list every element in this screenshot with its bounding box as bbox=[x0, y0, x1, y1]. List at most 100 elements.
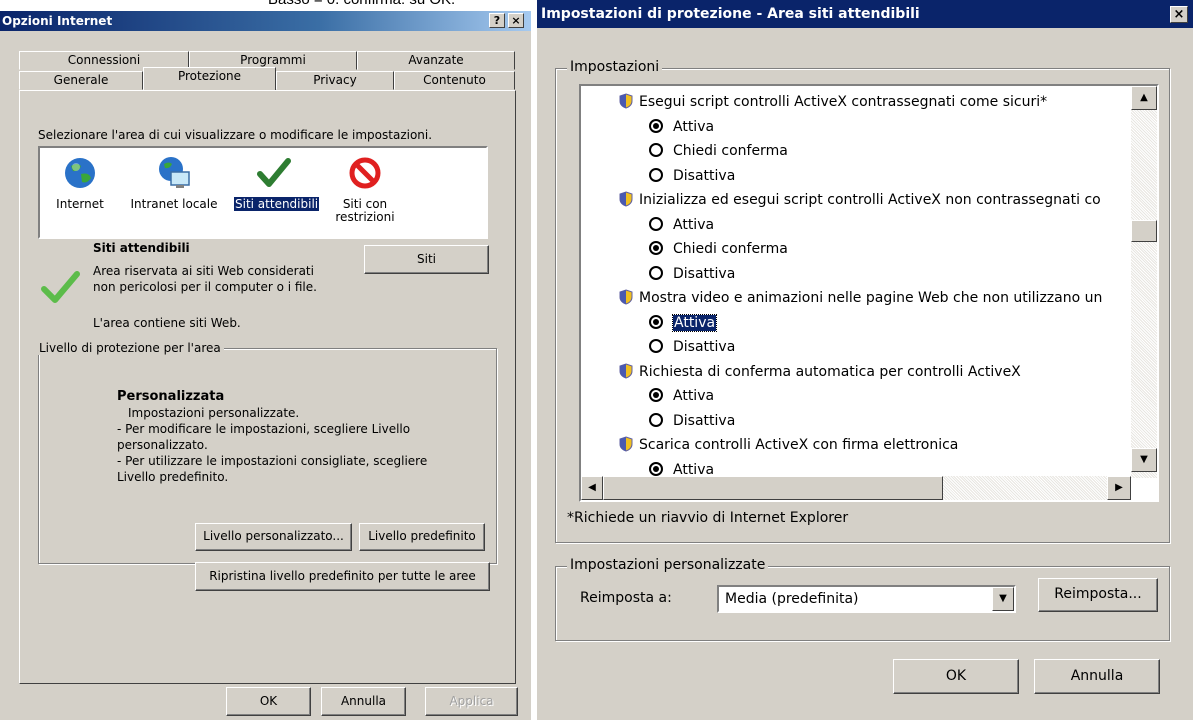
setting-option-label: Disattiva bbox=[673, 265, 736, 282]
restricted-icon bbox=[348, 156, 382, 190]
cancel-button[interactable]: Annulla bbox=[321, 687, 406, 716]
scroll-right-button[interactable]: ▶ bbox=[1107, 476, 1131, 500]
zone-instruction: Selezionare l'area di cui visualizzare o… bbox=[38, 128, 433, 142]
custom-settings-legend: Impostazioni personalizzate bbox=[567, 557, 769, 573]
horizontal-scroll-thumb[interactable] bbox=[603, 476, 943, 500]
settings-list[interactable]: Esegui script controlli ActiveX contrass… bbox=[579, 84, 1159, 502]
reset-all-zones-button[interactable]: Ripristina livello predefinito per tutte… bbox=[195, 562, 490, 591]
setting-option[interactable]: Attiva bbox=[649, 213, 714, 237]
help-button[interactable]: ? bbox=[489, 13, 505, 28]
security-settings-titlebar: Impostazioni di protezione - Area siti a… bbox=[537, 0, 1193, 28]
tab-contenuto[interactable]: Contenuto bbox=[394, 71, 515, 90]
big-checkmark-icon bbox=[40, 267, 80, 310]
setting-option-label: Attiva bbox=[673, 216, 715, 233]
level-desc-line3: personalizzato. bbox=[117, 438, 208, 452]
ok-button[interactable]: OK bbox=[226, 687, 311, 716]
zone-internet[interactable]: Internet bbox=[50, 156, 110, 211]
radio-button[interactable] bbox=[649, 241, 663, 255]
zone-list[interactable]: Internet Intranet locale Siti attendibil… bbox=[38, 146, 488, 239]
setting-option-label: Disattiva bbox=[673, 412, 736, 429]
default-level-button[interactable]: Livello predefinito bbox=[359, 523, 485, 551]
setting-header-label: Scarica controlli ActiveX con firma elet… bbox=[639, 437, 959, 453]
restart-footnote: *Richiede un riavvio di Internet Explore… bbox=[567, 510, 849, 526]
setting-option-label: Chiedi conferma bbox=[673, 143, 788, 159]
scroll-thumb[interactable] bbox=[1131, 220, 1157, 242]
setting-option[interactable]: Attiva bbox=[649, 115, 714, 139]
setting-option[interactable]: Disattiva bbox=[649, 262, 735, 286]
setting-option[interactable]: Attiva bbox=[649, 311, 718, 335]
setting-option[interactable]: Disattiva bbox=[649, 335, 735, 359]
tab-protezione[interactable]: Protezione bbox=[143, 67, 276, 90]
zone-restricted[interactable]: Siti con restrizioni bbox=[325, 156, 405, 224]
level-desc-line5: Livello predefinito. bbox=[117, 470, 229, 484]
radio-button[interactable] bbox=[649, 143, 663, 157]
security-level-legend: Livello di protezione per l'area bbox=[36, 341, 224, 355]
ok-button-right[interactable]: OK bbox=[893, 659, 1019, 694]
shield-icon bbox=[619, 191, 633, 207]
zone-label-restricted: Siti con restrizioni bbox=[335, 197, 395, 224]
radio-button[interactable] bbox=[649, 216, 663, 231]
tab-privacy[interactable]: Privacy bbox=[276, 71, 394, 90]
setting-option[interactable]: Disattiva bbox=[649, 409, 735, 433]
radio-button[interactable] bbox=[649, 167, 663, 182]
zone-trusted[interactable]: Siti attendibili bbox=[234, 156, 320, 211]
horizontal-scrollbar[interactable]: ◀ ▶ bbox=[581, 476, 1131, 500]
reset-label: Reimposta a: bbox=[580, 590, 672, 606]
setting-option-label: Disattiva bbox=[673, 167, 736, 184]
setting-header-label: Richiesta di conferma automatica per con… bbox=[639, 363, 1021, 380]
radio-button[interactable] bbox=[649, 314, 663, 329]
internet-options-titlebar: Opzioni Internet bbox=[0, 11, 531, 31]
close-button[interactable]: × bbox=[508, 13, 524, 28]
radio-button[interactable] bbox=[649, 265, 663, 280]
chevron-down-icon[interactable]: ▼ bbox=[992, 587, 1014, 611]
caption-text: Basso = 0. confirma: su OK. bbox=[268, 0, 455, 8]
zone-desc-line2: non pericolosi per il computer o i file. bbox=[93, 280, 317, 294]
level-name: Personalizzata bbox=[117, 389, 225, 404]
radio-button[interactable] bbox=[649, 461, 663, 476]
shield-icon bbox=[619, 362, 633, 379]
setting-option-label: Chiedi conferma bbox=[673, 241, 788, 257]
radio-button[interactable] bbox=[649, 118, 663, 133]
reset-select-value: Media (predefinita) bbox=[725, 591, 859, 607]
checkmark-icon bbox=[257, 156, 291, 190]
custom-level-button[interactable]: Livello personalizzato... bbox=[195, 523, 352, 551]
scroll-down-button[interactable]: ▼ bbox=[1131, 448, 1157, 472]
setting-option[interactable]: Attiva bbox=[649, 384, 714, 408]
tab-avanzate[interactable]: Avanzate bbox=[357, 51, 515, 70]
level-desc-line1: Impostazioni personalizzate. bbox=[128, 406, 300, 420]
internet-options-dialog: Opzioni Internet ? × Connessioni Program… bbox=[0, 11, 531, 720]
level-desc-line2: - Per modificare le impostazioni, scegli… bbox=[117, 422, 411, 436]
radio-button[interactable] bbox=[649, 412, 663, 427]
zone-label-internet: Internet bbox=[56, 197, 104, 211]
security-settings-dialog: Impostazioni di protezione - Area siti a… bbox=[537, 0, 1193, 720]
close-button-right[interactable]: × bbox=[1170, 6, 1188, 23]
sites-button[interactable]: Siti bbox=[364, 245, 489, 274]
vertical-scrollbar[interactable]: ▲ ▼ bbox=[1131, 86, 1157, 478]
tab-generale[interactable]: Generale bbox=[19, 71, 143, 90]
setting-header: Richiesta di conferma automatica per con… bbox=[619, 360, 1021, 384]
shield-icon bbox=[619, 436, 633, 452]
setting-option[interactable]: Disattiva bbox=[649, 164, 735, 188]
scroll-up-button[interactable]: ▲ bbox=[1131, 86, 1157, 110]
setting-option-label: Disattiva bbox=[673, 339, 736, 355]
apply-button[interactable]: Applica bbox=[425, 687, 518, 716]
setting-header-label: Mostra video e animazioni nelle pagine W… bbox=[639, 290, 1103, 306]
setting-option[interactable]: Chiedi conferma bbox=[649, 237, 788, 261]
radio-button[interactable] bbox=[649, 388, 663, 402]
zone-intranet[interactable]: Intranet locale bbox=[124, 156, 224, 211]
setting-header: Inizializza ed esegui script controlli A… bbox=[619, 188, 1101, 212]
zone-label-trusted: Siti attendibili bbox=[234, 197, 320, 211]
settings-legend: Impostazioni bbox=[567, 59, 663, 75]
setting-option[interactable]: Chiedi conferma bbox=[649, 139, 788, 163]
globe-icon bbox=[63, 156, 97, 190]
reset-select[interactable]: Media (predefinita) ▼ bbox=[717, 585, 1016, 613]
setting-header-label: Inizializza ed esegui script controlli A… bbox=[639, 192, 1101, 208]
cancel-button-right[interactable]: Annulla bbox=[1034, 659, 1160, 694]
shield-icon bbox=[619, 93, 633, 109]
scroll-left-button[interactable]: ◀ bbox=[581, 476, 603, 500]
setting-header: Scarica controlli ActiveX con firma elet… bbox=[619, 433, 958, 457]
reset-button[interactable]: Reimposta... bbox=[1038, 578, 1158, 612]
radio-button[interactable] bbox=[649, 339, 663, 353]
shield-icon bbox=[619, 289, 633, 305]
zone-label-intranet: Intranet locale bbox=[130, 197, 218, 211]
